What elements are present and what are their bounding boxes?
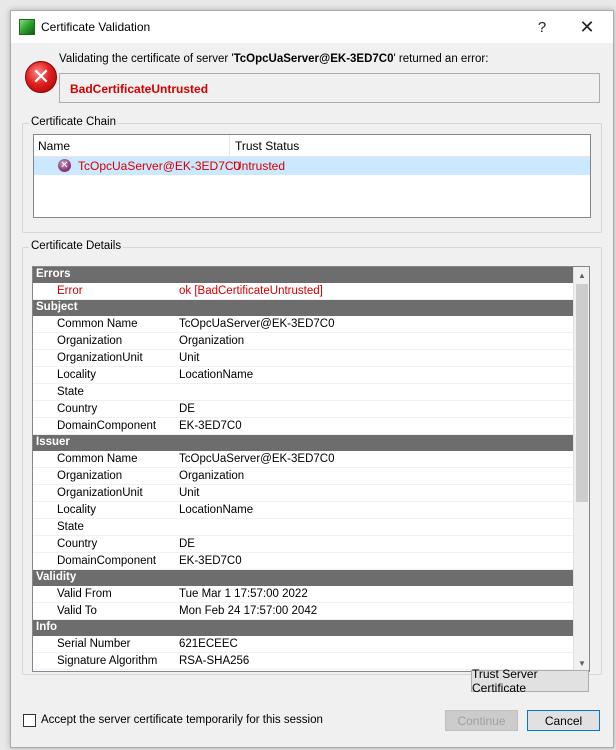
property-row[interactable]: Valid To Mon Feb 24 17:57:00 2042 <box>33 603 573 620</box>
chain-row[interactable]: ✕ TcOpcUaServer@EK-3ED7C0 Untrusted <box>34 157 590 175</box>
scroll-thumb[interactable] <box>576 284 588 502</box>
error-code-box: BadCertificateUntrusted <box>59 73 600 103</box>
title-bar: Certificate Validation ? ✕ <box>11 11 613 43</box>
category-header-issuer[interactable]: Issuer <box>33 435 573 451</box>
property-value: DE <box>179 538 195 550</box>
certificate-details-list[interactable]: Errors Error ok [BadCertificateUntrusted] S… <box>32 266 590 672</box>
chain-row-trust-status: Untrusted <box>233 159 286 173</box>
property-key: State <box>57 521 84 533</box>
category-header-validity[interactable]: Validity <box>33 570 573 586</box>
column-header-trust-status[interactable]: Trust Status <box>231 135 531 157</box>
property-row[interactable]: DomainComponent EK-3ED7C0 <box>33 418 573 435</box>
close-button[interactable]: ✕ <box>567 15 607 39</box>
property-value: RSA-SHA256 <box>179 655 250 667</box>
property-key: Signature Algorithm <box>57 655 158 667</box>
property-key: Organization <box>57 335 123 347</box>
certificate-chain-list[interactable]: Name Trust Status ✕ TcOpcUaServer@EK-3ED… <box>33 134 591 218</box>
property-value: LocationName <box>179 369 254 381</box>
category-header-info[interactable]: Info <box>33 620 573 636</box>
category-header-errors[interactable]: Errors <box>33 267 573 283</box>
property-value: TcOpcUaServer@EK-3ED7C0 <box>179 318 335 330</box>
property-value: Organization <box>179 335 245 347</box>
property-key: Serial Number <box>57 638 131 650</box>
property-row[interactable]: OrganizationUnit Unit <box>33 485 573 502</box>
property-key: OrganizationUnit <box>57 352 143 364</box>
error-icon: ✕ <box>25 61 57 93</box>
property-key: OrganizationUnit <box>57 487 143 499</box>
property-row[interactable]: OrganizationUnit Unit <box>33 350 573 367</box>
certificate-chain-title: Certificate Chain <box>29 116 119 128</box>
trust-server-certificate-button[interactable]: Trust Server Certificate <box>471 667 589 695</box>
error-message: Validating the certificate of server 'Tc… <box>59 53 488 65</box>
continue-button[interactable]: Continue <box>445 710 518 731</box>
certificate-details-title: Certificate Details <box>29 240 124 252</box>
chain-header: Name Trust Status <box>34 135 590 157</box>
accept-temporarily-label[interactable]: Accept the server certificate temporaril… <box>41 714 323 726</box>
property-key: DomainComponent <box>57 555 157 567</box>
property-key: Organization <box>57 470 123 482</box>
chain-row-name: TcOpcUaServer@EK-3ED7C0 <box>78 159 241 173</box>
property-value: DE <box>179 403 195 415</box>
property-row[interactable]: Locality LocationName <box>33 502 573 519</box>
property-key: State <box>57 386 84 398</box>
property-key: Country <box>57 538 98 550</box>
property-value: Unit <box>179 352 200 364</box>
property-key: Locality <box>57 504 96 516</box>
column-header-name[interactable]: Name <box>34 135 230 157</box>
property-row[interactable]: Serial Number 621ECEEC <box>33 636 573 653</box>
app-icon <box>19 19 35 35</box>
property-row[interactable]: Organization Organization <box>33 333 573 350</box>
property-row[interactable]: Organization Organization <box>33 468 573 485</box>
property-key: Common Name <box>57 318 138 330</box>
property-key: DomainComponent <box>57 420 157 432</box>
error-message-suffix: ' returned an error: <box>393 53 489 65</box>
property-row[interactable]: Common Name TcOpcUaServer@EK-3ED7C0 <box>33 316 573 333</box>
property-value: Unit <box>179 487 200 499</box>
property-key: Valid From <box>57 588 112 600</box>
property-value: EK-3ED7C0 <box>179 420 242 432</box>
window-title: Certificate Validation <box>41 20 151 34</box>
category-header-subject[interactable]: Subject <box>33 300 573 316</box>
property-key: Country <box>57 403 98 415</box>
property-row[interactable]: Valid From Tue Mar 1 17:57:00 2022 <box>33 586 573 603</box>
property-row[interactable]: DomainComponent EK-3ED7C0 <box>33 553 573 570</box>
untrusted-cert-icon: ✕ <box>58 159 71 172</box>
cancel-button[interactable]: Cancel <box>527 710 600 731</box>
vertical-scrollbar[interactable]: ▲ ▼ <box>573 267 589 671</box>
property-value: TcOpcUaServer@EK-3ED7C0 <box>179 453 335 465</box>
property-value: 621ECEEC <box>179 638 238 650</box>
property-value: Organization <box>179 470 245 482</box>
certificate-validation-dialog: Certificate Validation ? ✕ ✕ Validating … <box>10 10 614 748</box>
property-row[interactable]: Country DE <box>33 536 573 553</box>
error-server-name: TcOpcUaServer@EK-3ED7C0 <box>233 53 394 65</box>
property-key: Error <box>57 285 83 297</box>
property-key: Common Name <box>57 453 138 465</box>
error-message-prefix: Validating the certificate of server ' <box>59 53 234 65</box>
property-key: Locality <box>57 369 96 381</box>
property-row[interactable]: Locality LocationName <box>33 367 573 384</box>
property-key: Valid To <box>57 605 97 617</box>
help-button[interactable]: ? <box>522 15 562 39</box>
certificate-chain-group: Certificate Chain Name Trust Status ✕ Tc… <box>22 116 602 233</box>
accept-temporarily-checkbox[interactable] <box>23 714 36 727</box>
certificate-details-group: Certificate Details Errors Error ok [BadCe… <box>22 240 602 675</box>
property-value: ok [BadCertificateUntrusted] <box>179 285 323 297</box>
scroll-up-icon[interactable]: ▲ <box>574 267 589 283</box>
property-value: Tue Mar 1 17:57:00 2022 <box>179 588 308 600</box>
property-row[interactable]: Common Name TcOpcUaServer@EK-3ED7C0 <box>33 451 573 468</box>
property-value: EK-3ED7C0 <box>179 555 242 567</box>
property-value: Mon Feb 24 17:57:00 2042 <box>179 605 318 617</box>
property-row[interactable]: Country DE <box>33 401 573 418</box>
property-value: LocationName <box>179 504 254 516</box>
property-row[interactable]: Error ok [BadCertificateUntrusted] <box>33 283 573 300</box>
property-row[interactable]: State <box>33 384 573 401</box>
property-rows: Errors Error ok [BadCertificateUntrusted] S… <box>33 267 573 671</box>
property-row[interactable]: State <box>33 519 573 536</box>
